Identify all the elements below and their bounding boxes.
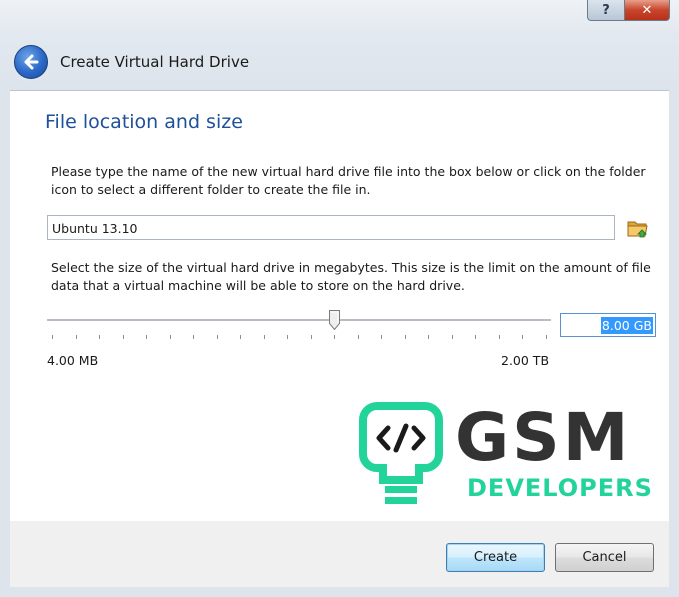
slider-tick (75, 335, 77, 339)
slider-tick (522, 335, 524, 339)
slider-tick (240, 335, 242, 339)
page-heading: File location and size (45, 111, 243, 133)
slider-track (47, 319, 551, 322)
slider-tick (404, 335, 406, 339)
size-value: 8.00 GB (600, 316, 653, 334)
slider-tick (451, 335, 453, 339)
help-button[interactable]: ? (587, 0, 625, 21)
slider-tick (99, 335, 101, 339)
slider-tick (498, 335, 500, 339)
slider-tick (475, 335, 477, 339)
location-instructions: Please type the name of the new virtual … (51, 164, 646, 197)
slider-tick (193, 335, 195, 339)
size-slider[interactable] (47, 307, 551, 341)
footer-bar: Create Cancel (10, 521, 669, 587)
slider-tick (169, 335, 171, 339)
slider-tick (357, 335, 359, 339)
slider-tick (146, 335, 148, 339)
window-title: Create Virtual Hard Drive (60, 53, 250, 71)
frame-right (669, 90, 679, 597)
slider-tick (287, 335, 289, 339)
create-button[interactable]: Create (446, 543, 545, 572)
brand-bottom: DEVELOPERS (467, 474, 653, 502)
slider-tick (263, 335, 265, 339)
close-button[interactable]: ✕ (625, 0, 670, 21)
slider-min-label: 4.00 MB (47, 353, 99, 368)
size-input[interactable]: 8.00 GB (560, 313, 656, 337)
content-panel: File location and size Please type the n… (10, 90, 669, 522)
title-bar (0, 0, 679, 90)
slider-tick (216, 335, 218, 339)
brand-top: GSM (455, 399, 631, 476)
back-arrow-icon (24, 54, 39, 70)
slider-tick (310, 335, 312, 339)
file-name-input[interactable]: Ubuntu 13.10 (47, 215, 615, 240)
frame-bottom (0, 587, 679, 597)
slider-thumb[interactable] (329, 310, 341, 330)
back-button[interactable] (14, 45, 48, 79)
slider-tick (428, 335, 430, 339)
frame-left (0, 90, 10, 597)
caption-buttons: ? ✕ (587, 0, 670, 22)
slider-tick (546, 335, 547, 339)
size-instructions: Select the size of the virtual hard driv… (51, 260, 651, 293)
choose-folder-button[interactable] (626, 216, 650, 240)
slider-tick (122, 335, 124, 339)
slider-tick (381, 335, 383, 339)
folder-open-icon (627, 221, 648, 238)
gsm-developers-watermark: GSM DEVELOPERS (359, 399, 653, 504)
slider-max-label: 2.00 TB (501, 353, 550, 368)
dialog-window: ? ✕ Create Virtual Hard Drive File locat… (0, 0, 679, 597)
slider-tick (334, 335, 336, 339)
cancel-button[interactable]: Cancel (555, 543, 654, 572)
slider-tick (52, 335, 53, 339)
